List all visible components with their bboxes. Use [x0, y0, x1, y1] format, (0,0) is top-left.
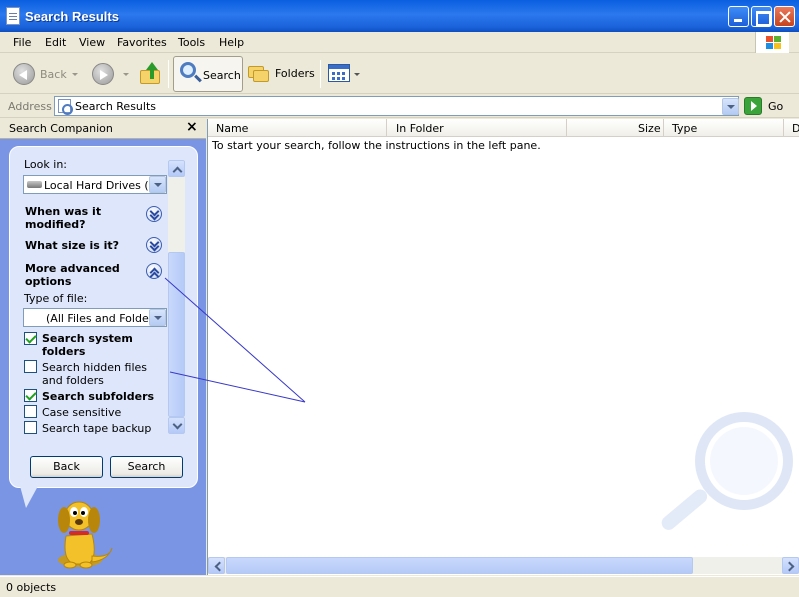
back-button-label[interactable]: Back	[40, 68, 67, 81]
title-bar[interactable]: Search Results	[0, 0, 799, 32]
forward-dropdown-icon[interactable]	[123, 73, 129, 76]
menu-tools[interactable]: Tools	[178, 36, 205, 49]
search-companion-title: Search Companion	[9, 122, 113, 135]
speech-bubble-tail	[20, 486, 38, 508]
column-header-date[interactable]: D	[784, 119, 799, 137]
options-scrollbar[interactable]	[168, 160, 185, 434]
scroll-down-button[interactable]	[168, 417, 185, 434]
folders-icon[interactable]	[248, 64, 270, 82]
search-hint-text: To start your search, follow the instruc…	[212, 139, 541, 152]
look-in-value: Local Hard Drives (C:)	[44, 179, 148, 192]
search-subfolders-checkbox[interactable]	[24, 389, 37, 402]
toolbar: Back	[0, 54, 799, 94]
address-bar: Address Search Results Go	[0, 95, 799, 118]
address-dropdown-button[interactable]	[722, 98, 739, 115]
close-pane-icon[interactable]: ×	[186, 119, 198, 135]
search-results-icon	[6, 7, 20, 25]
more-advanced-heading[interactable]: More advanced options	[25, 262, 135, 288]
expand-icon[interactable]	[146, 237, 162, 253]
scroll-thumb[interactable]	[168, 252, 185, 417]
look-in-dropdown-button[interactable]	[149, 176, 166, 193]
back-arrow-icon[interactable]	[13, 63, 35, 85]
collapse-icon[interactable]	[146, 263, 162, 279]
address-value: Search Results	[75, 100, 157, 113]
type-of-file-dropdown-button[interactable]	[149, 309, 166, 326]
toolbar-separator	[168, 60, 169, 88]
case-sensitive-label[interactable]: Case sensitive	[42, 406, 121, 419]
search-system-folders-checkbox[interactable]	[24, 332, 37, 345]
scroll-up-button[interactable]	[168, 160, 185, 177]
menu-edit[interactable]: Edit	[45, 36, 66, 49]
column-header-size[interactable]: Size	[567, 119, 664, 137]
explorer-window: Search Results File Edit View Favorites …	[0, 0, 799, 597]
menu-favorites[interactable]: Favorites	[117, 36, 167, 49]
what-size-heading[interactable]: What size is it?	[25, 239, 119, 252]
column-header-in-folder[interactable]: In Folder	[387, 119, 567, 137]
look-in-label: Look in:	[24, 158, 67, 171]
minimize-button[interactable]	[728, 6, 749, 27]
forward-arrow-icon[interactable]	[92, 63, 114, 85]
look-in-select[interactable]: Local Hard Drives (C:)	[23, 175, 167, 194]
expand-icon[interactable]	[146, 206, 162, 222]
search-dog-icon[interactable]	[52, 498, 116, 570]
address-field[interactable]: Search Results	[54, 96, 739, 116]
go-button-label[interactable]: Go	[768, 100, 783, 113]
status-bar: 0 objects	[0, 576, 799, 597]
close-button[interactable]	[774, 6, 795, 27]
status-text: 0 objects	[6, 581, 57, 594]
window-title: Search Results	[25, 9, 119, 24]
when-modified-heading[interactable]: When was it modified?	[25, 205, 135, 231]
column-header-type[interactable]: Type	[664, 119, 784, 137]
views-icon[interactable]	[328, 64, 350, 82]
search-button[interactable]: Search	[173, 56, 243, 92]
toolbar-separator	[320, 60, 321, 88]
search-tape-backup-label[interactable]: Search tape backup	[42, 422, 151, 435]
menu-help[interactable]: Help	[219, 36, 244, 49]
maximize-button[interactable]	[751, 6, 772, 27]
go-arrow-icon[interactable]	[744, 97, 762, 115]
back-button[interactable]: Back	[30, 456, 103, 478]
windows-logo-icon	[755, 32, 789, 53]
search-subfolders-label[interactable]: Search subfolders	[42, 390, 154, 403]
type-of-file-value: (All Files and Folders)	[46, 312, 149, 325]
menu-bar: File Edit View Favorites Tools Help	[0, 32, 799, 53]
search-submit-button[interactable]: Search	[110, 456, 183, 478]
search-system-folders-label[interactable]: Search system folders	[42, 332, 152, 358]
search-hidden-files-label[interactable]: Search hidden files and folders	[42, 361, 162, 387]
search-hidden-files-checkbox[interactable]	[24, 360, 37, 373]
hard-drive-icon	[27, 181, 42, 188]
search-companion-header: Search Companion ×	[0, 119, 206, 139]
back-dropdown-icon[interactable]	[72, 73, 78, 76]
horizontal-scroll-thumb[interactable]	[226, 557, 693, 574]
menu-view[interactable]: View	[79, 36, 105, 49]
address-label: Address	[8, 100, 52, 113]
scroll-left-button[interactable]	[208, 557, 225, 574]
column-header-name[interactable]: Name	[208, 119, 387, 137]
magnifier-watermark-icon	[661, 412, 793, 530]
folders-button-label[interactable]: Folders	[275, 67, 315, 80]
menu-file[interactable]: File	[13, 36, 31, 49]
up-folder-icon[interactable]	[140, 62, 162, 84]
type-of-file-select[interactable]: (All Files and Folders)	[23, 308, 167, 327]
search-tape-backup-checkbox[interactable]	[24, 421, 37, 434]
search-results-icon	[58, 99, 73, 115]
search-button-label: Search	[203, 69, 241, 82]
views-dropdown-icon[interactable]	[354, 73, 360, 76]
type-of-file-label: Type of file:	[24, 292, 88, 305]
case-sensitive-checkbox[interactable]	[24, 405, 37, 418]
search-icon	[180, 62, 196, 78]
